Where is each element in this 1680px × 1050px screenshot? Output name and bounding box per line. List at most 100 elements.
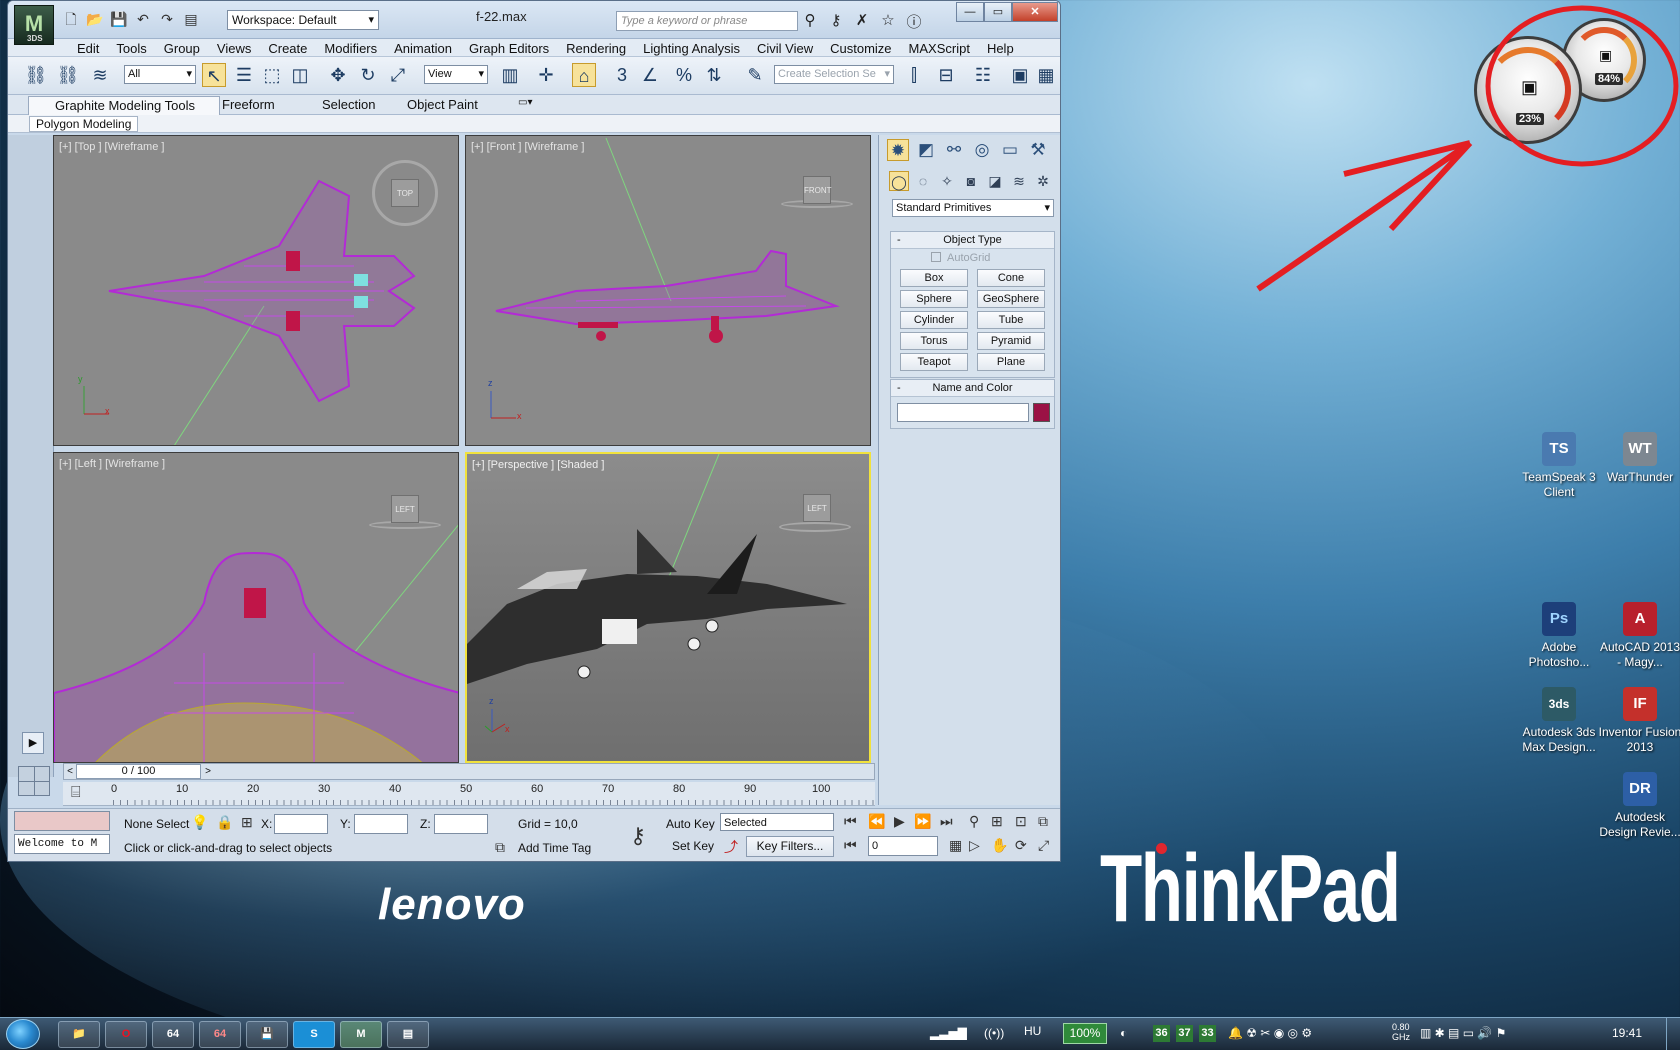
menu-modifiers[interactable]: Modifiers	[315, 39, 385, 56]
current-frame-input[interactable]: 0	[868, 836, 938, 856]
explorer-taskbar-button[interactable]: 📁	[58, 1021, 100, 1048]
geosphere-button[interactable]: GeoSphere	[977, 290, 1045, 308]
cpu-frequency[interactable]: 0.80 GHz	[1392, 1022, 1412, 1042]
maxscript-mini-listener[interactable]: Welcome to M	[14, 834, 110, 854]
app-64-taskbar-button[interactable]: 64	[152, 1021, 194, 1048]
binoculars-icon[interactable]: ⚲	[800, 11, 820, 32]
select-by-name-icon[interactable]: ☰	[232, 63, 256, 87]
desktop-icon-inventor[interactable]: IF Inventor Fusion 2013	[1598, 687, 1680, 755]
field-of-view-icon[interactable]: ▦	[949, 837, 962, 854]
track-bar[interactable]: ⌸ 0 10 20 30 40 50 60 70 80 90 100	[63, 782, 875, 806]
rotate-icon[interactable]: ↻	[356, 63, 380, 87]
zoom-icon[interactable]: ⚲	[969, 813, 979, 830]
battery-indicator[interactable]: 100%	[1063, 1023, 1107, 1044]
lights-icon[interactable]: ✧	[937, 171, 957, 191]
zoom-all-icon[interactable]: ⊞	[991, 813, 1003, 830]
minimize-button[interactable]: —	[956, 2, 984, 22]
desktop-icon-photoshop[interactable]: Ps Adobe Photosho...	[1517, 602, 1601, 670]
teapot-button[interactable]: Teapot	[900, 353, 968, 371]
start-button[interactable]	[6, 1019, 40, 1049]
workspace-select[interactable]: Workspace: Default	[227, 10, 379, 30]
time-slider-thumb[interactable]: 0 / 100	[76, 764, 201, 779]
app-menu-button[interactable]: M 3DS	[14, 5, 54, 45]
wireless-icon[interactable]: ((•))	[984, 1026, 1004, 1040]
keyboard-shortcut-override-icon[interactable]: ⌂	[572, 63, 596, 87]
motion-tab-icon[interactable]: ◎	[971, 139, 993, 161]
key-mode-select[interactable]: Selected	[720, 813, 834, 831]
viewport-left[interactable]: [+] [Left ] [Wireframe ] LEFT	[53, 452, 459, 763]
select-object-icon[interactable]: ↖	[202, 63, 226, 87]
box-button[interactable]: Box	[900, 269, 968, 287]
systems-icon[interactable]: ✲	[1033, 171, 1053, 191]
misc-app-taskbar-button[interactable]: ▤	[387, 1021, 429, 1048]
key-icon[interactable]: ⚷	[826, 11, 846, 32]
signal-bars-icon[interactable]: ▂▃▅▇	[930, 1026, 967, 1040]
floppy-taskbar-button[interactable]: 💾	[246, 1021, 288, 1048]
cone-button[interactable]: Cone	[977, 269, 1045, 287]
menu-rendering[interactable]: Rendering	[557, 39, 634, 56]
save-icon[interactable]: 💾	[110, 10, 128, 28]
scale-icon[interactable]: ⤢	[386, 63, 410, 87]
skype-taskbar-button[interactable]: S	[293, 1021, 335, 1048]
ribbon-options-icon[interactable]: ▭▾	[518, 97, 532, 108]
help-search-input[interactable]: Type a keyword or phrase	[616, 11, 798, 31]
cpu-temp-core-3[interactable]: 33	[1199, 1025, 1216, 1042]
primitive-category-select[interactable]: Standard Primitives	[892, 199, 1054, 217]
menu-help[interactable]: Help	[978, 39, 1022, 56]
time-tag-icon[interactable]: ⧉	[495, 839, 505, 856]
name-and-color-header[interactable]: - Name and Color	[891, 380, 1054, 397]
tray-icons-group[interactable]: 🔔 ☢ ✂ ◉ ◎ ⚙	[1228, 1026, 1312, 1040]
close-button[interactable]: ✕	[1012, 2, 1058, 22]
angle-snap-icon[interactable]: ∠	[638, 63, 662, 87]
play-animation-icon[interactable]: ▶	[894, 813, 905, 830]
time-slider-next-icon[interactable]: >	[201, 764, 215, 779]
tray-icons-group-2[interactable]: ▥ ✱ ▤ ▭ 🔊 ⚑	[1420, 1026, 1506, 1040]
3dsmax-taskbar-button[interactable]: M	[340, 1021, 382, 1048]
mirror-icon[interactable]: ⫿	[902, 63, 926, 87]
show-desktop-button[interactable]	[1666, 1018, 1680, 1050]
tab-selection[interactable]: Selection	[322, 97, 375, 112]
favorites-star-icon[interactable]: ☆	[878, 11, 898, 32]
viewport-top[interactable]: [+] [Top ] [Wireframe ] TOP y x	[53, 135, 459, 446]
key-tangent-icon[interactable]: ⤴	[724, 837, 738, 857]
align-icon[interactable]: ⊟	[934, 63, 958, 87]
spinner-snap-icon[interactable]: ⇅	[702, 63, 726, 87]
tube-button[interactable]: Tube	[977, 311, 1045, 329]
add-time-tag[interactable]: Add Time Tag	[518, 841, 591, 855]
menu-customize[interactable]: Customize	[821, 39, 899, 56]
display-tab-icon[interactable]: ▭	[999, 139, 1021, 161]
app-64b-taskbar-button[interactable]: 64	[199, 1021, 241, 1048]
opera-taskbar-button[interactable]: O	[105, 1021, 147, 1048]
key-mode-toggle-icon[interactable]: ⏮	[844, 837, 857, 854]
key-filters-button[interactable]: Key Filters...	[746, 836, 834, 857]
go-to-end-icon[interactable]: ⏭	[940, 813, 953, 830]
next-frame-icon[interactable]: ⏩	[914, 813, 931, 830]
expand-viewport-arrow-icon[interactable]: ▶	[22, 732, 44, 754]
tray-app-icon[interactable]: ◐	[1120, 1026, 1127, 1040]
bind-space-warp-icon[interactable]: ≋	[88, 63, 112, 87]
select-and-link-icon[interactable]: ⛓	[24, 63, 48, 87]
menu-civil-view[interactable]: Civil View	[748, 39, 821, 56]
viewport-layout-icon[interactable]	[18, 766, 50, 796]
zoom-extents-icon[interactable]: ⊡	[1015, 813, 1027, 830]
set-key-big-icon[interactable]: ⚷	[630, 823, 646, 849]
orbit-icon[interactable]: ⟳	[1015, 837, 1027, 854]
open-file-icon[interactable]: 📂	[86, 10, 104, 28]
selection-lock-icon[interactable]: 🔒	[216, 814, 233, 831]
desktop-icon-autocad[interactable]: A AutoCAD 2013 - Magy...	[1598, 602, 1680, 670]
mini-curve-editor-icon[interactable]: ⌸	[71, 784, 81, 802]
snaps-toggle-icon[interactable]: 3	[610, 63, 634, 87]
cpu-temp-core-2[interactable]: 37	[1176, 1025, 1193, 1042]
object-type-header[interactable]: - Object Type	[891, 232, 1054, 249]
menu-animation[interactable]: Animation	[385, 39, 460, 56]
time-slider-prev-icon[interactable]: <	[63, 764, 77, 779]
maxscript-mini-listener-top[interactable]	[14, 811, 110, 831]
plane-button[interactable]: Plane	[977, 353, 1045, 371]
cameras-icon[interactable]: ◙	[961, 171, 981, 191]
desktop-icon-3dsmax[interactable]: 3ds Autodesk 3ds Max Design...	[1517, 687, 1601, 755]
project-folder-icon[interactable]: ▤	[182, 10, 200, 28]
pan-view-icon[interactable]: ▷	[969, 837, 980, 854]
maximize-viewport-icon[interactable]: ⤢	[1038, 837, 1049, 854]
menu-graph-editors[interactable]: Graph Editors	[460, 39, 557, 56]
menu-edit[interactable]: Edit	[68, 39, 107, 56]
